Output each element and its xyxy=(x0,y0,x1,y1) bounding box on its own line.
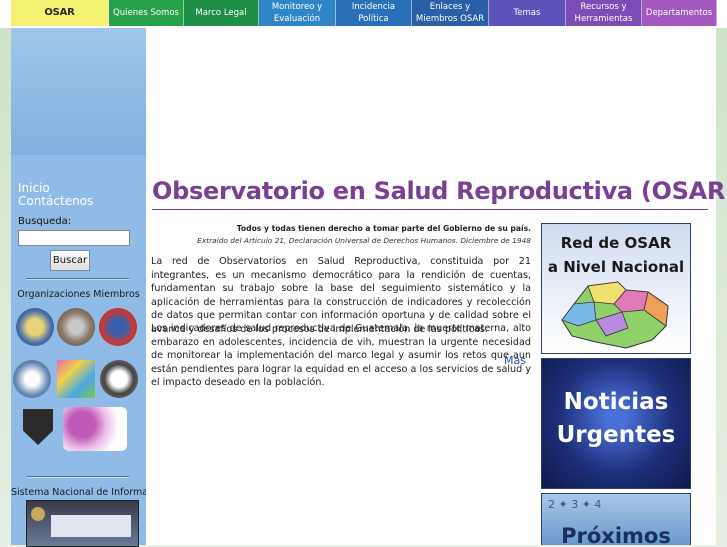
nav-item-7[interactable]: Recursos y Herramientas xyxy=(566,0,642,26)
member-logo-7[interactable] xyxy=(23,409,53,445)
member-logo-2[interactable] xyxy=(57,308,95,346)
red-osar-line2: a Nivel Nacional xyxy=(547,258,685,276)
member-logo-6[interactable] xyxy=(100,360,138,398)
nav-item-3[interactable]: Monitoreo y Evaluación xyxy=(259,0,336,26)
members-title: Organizaciones Miembros xyxy=(17,289,140,300)
main-content: Observatorio en Salud Reproductiva (OSAR… xyxy=(146,155,727,545)
proximos-banner[interactable]: 2 ✦ 3 ✦ 4 Próximos xyxy=(541,493,691,545)
member-logo-5[interactable] xyxy=(57,360,95,398)
left-header-panel xyxy=(11,28,146,155)
calendar-icon: 2 ✦ 3 ✦ 4 xyxy=(548,498,602,511)
search-input[interactable] xyxy=(18,230,130,246)
nav-item-4[interactable]: Incidencia Política xyxy=(336,0,412,26)
noticias-line1: Noticias xyxy=(563,389,669,415)
nav-item-5[interactable]: Enlaces y Miembros OSAR xyxy=(412,0,489,26)
left-border-strip xyxy=(0,28,11,545)
site-name[interactable]: OSAR GUATEMALA xyxy=(11,0,108,44)
system-title: Sistema Nacional de Informació xyxy=(11,487,146,498)
red-osar-line1: Red de OSAR xyxy=(560,234,672,252)
search-label: Busqueda: xyxy=(18,216,72,227)
member-logo-8[interactable] xyxy=(63,407,127,451)
title-underline xyxy=(152,209,708,210)
search-button[interactable]: Buscar xyxy=(50,250,90,271)
nav-item-8[interactable]: Departamentos xyxy=(642,0,717,26)
nav-item-6[interactable]: Temas xyxy=(489,0,566,26)
sidebar-divider-2 xyxy=(26,476,129,478)
member-logo-3[interactable] xyxy=(99,308,137,346)
sidebar-link-contactenos[interactable]: Contáctenos xyxy=(18,194,93,208)
member-logo-4[interactable] xyxy=(13,360,51,398)
sidebar-divider xyxy=(26,278,129,280)
page-title: Observatorio en Salud Reproductiva (OSAR… xyxy=(152,177,727,205)
sidebar: Inicio Contáctenos Busqueda: Buscar Orga… xyxy=(11,155,146,547)
header-banner-area xyxy=(146,28,716,155)
red-osar-banner[interactable]: Red de OSAR a Nivel Nacional xyxy=(541,223,691,354)
noticias-urgentes-banner[interactable]: Noticias Urgentes xyxy=(541,358,691,489)
indicators-paragraph: Los indicadores de salud reproductiva de… xyxy=(151,323,531,389)
quote-text: Todos y todas tienen derecho a tomar par… xyxy=(236,224,531,233)
quote-source: Extraido del Articulo 21, Declaración Un… xyxy=(197,236,531,245)
noticias-line2: Urgentes xyxy=(556,422,676,448)
system-thumbnail[interactable] xyxy=(26,500,139,547)
proximos-label: Próximos xyxy=(561,524,671,545)
nav-item-1[interactable]: Quienes Somos xyxy=(109,0,184,26)
guatemala-map-icon xyxy=(561,281,669,349)
member-logo-1[interactable] xyxy=(16,308,54,346)
right-border-strip xyxy=(716,28,727,545)
system-screen xyxy=(51,515,131,537)
nav-item-2[interactable]: Marco Legal xyxy=(184,0,259,26)
system-seal-icon xyxy=(31,507,45,521)
sidebar-link-inicio[interactable]: Inicio xyxy=(18,181,50,195)
more-link[interactable]: Más xyxy=(504,354,526,367)
